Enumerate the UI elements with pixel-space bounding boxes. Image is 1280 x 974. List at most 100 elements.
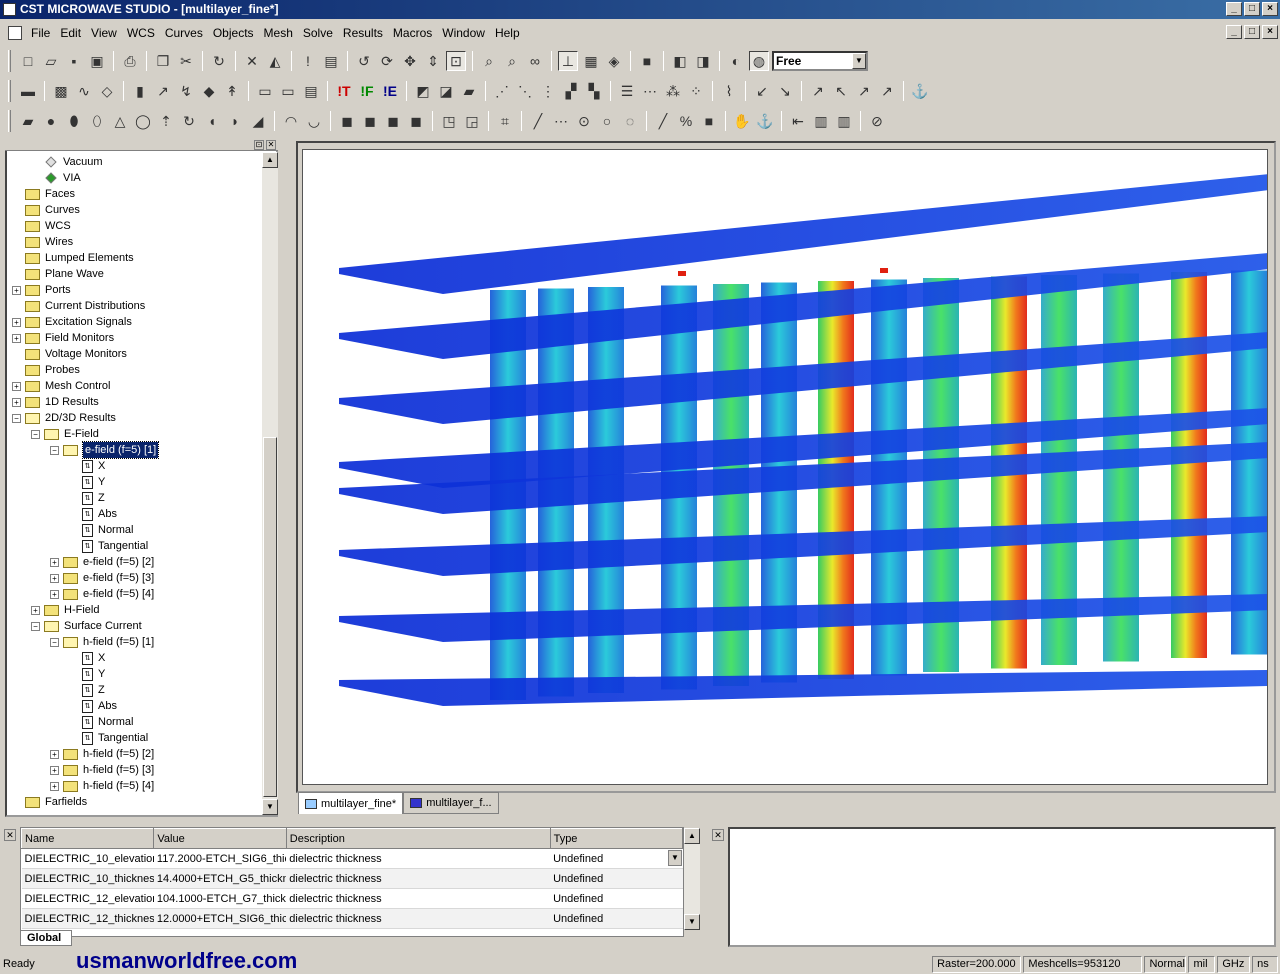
tree-item[interactable]: Plane Wave	[12, 266, 104, 282]
expand-icon[interactable]: +	[31, 605, 40, 615]
zoom-fit-icon[interactable]: ⌕	[502, 51, 522, 71]
wcs-align-icon[interactable]: ▥	[811, 111, 831, 131]
tree-item[interactable]: − e-field (f=5) [1]	[50, 441, 160, 459]
boolean-insert-icon[interactable]: ◼	[406, 111, 426, 131]
tree-item[interactable]: Voltage Monitors	[12, 346, 127, 362]
column-type[interactable]: Type	[549, 828, 684, 849]
menu-mesh[interactable]: Mesh	[259, 26, 298, 40]
node-icon[interactable]: ⋯	[640, 81, 660, 101]
face3-icon[interactable]: ↗	[854, 81, 874, 101]
expand-icon[interactable]: +	[50, 573, 59, 583]
circle-center-icon[interactable]: ⊙	[574, 111, 594, 131]
tree-item[interactable]: − 2D/3D Results	[12, 410, 116, 426]
face-center-icon[interactable]: ◌	[620, 111, 640, 131]
3d-plot-icon[interactable]: ◇	[97, 81, 117, 101]
slice-icon[interactable]: ◡	[304, 111, 324, 131]
tree-item[interactable]: + e-field (f=5) [4]	[50, 586, 154, 602]
brick-shape-icon[interactable]: ▰	[18, 111, 38, 131]
pick-icon[interactable]: ◭	[265, 51, 285, 71]
tab-global[interactable]: Global	[20, 930, 72, 946]
pick-tool-icon[interactable]: ◐	[726, 51, 746, 71]
expand-icon[interactable]: +	[50, 557, 59, 567]
block-icon[interactable]: ◩	[413, 81, 433, 101]
delete-icon[interactable]: ✕	[242, 51, 262, 71]
tree-item[interactable]: − h-field (f=5) [1]	[50, 634, 154, 650]
tree-item[interactable]: Lumped Elements	[12, 250, 134, 266]
menu-view[interactable]: View	[86, 26, 122, 40]
vector-icon[interactable]: ↯	[176, 81, 196, 101]
tree-item[interactable]: ⇅ Z	[69, 490, 105, 506]
tree-item[interactable]: ⇅ Y	[69, 666, 105, 682]
tree-item[interactable]: Probes	[12, 362, 80, 378]
torus-icon[interactable]: ◯	[133, 111, 153, 131]
scale-icon[interactable]: ⋮	[538, 81, 558, 101]
ruler-icon[interactable]: ▬	[18, 81, 38, 101]
square-icon[interactable]: ■	[699, 111, 719, 131]
network-icon[interactable]: ⁂	[663, 81, 683, 101]
output-panel-close-icon[interactable]: ✕	[712, 829, 724, 841]
cylinder-icon[interactable]: ⬮	[64, 111, 84, 131]
hand-icon[interactable]: ✋	[732, 111, 752, 131]
column-value[interactable]: Value	[153, 828, 287, 849]
tree-item[interactable]: ⇅ Normal	[69, 714, 133, 730]
table-row[interactable]: DIELECTRIC_10_elevation 117.2000-ETCH_SIG…	[21, 848, 683, 869]
close-button[interactable]: ×	[1262, 2, 1278, 16]
shell-icon[interactable]: ◠	[281, 111, 301, 131]
menu-solve[interactable]: Solve	[298, 26, 338, 40]
table-row[interactable]: DIELECTRIC_12_thickness 12.0000+ETCH_SIG6…	[21, 908, 683, 929]
tree-item[interactable]: ⇅ Abs	[69, 506, 117, 522]
table-cell[interactable]: DIELECTRIC_12_elevation	[21, 888, 154, 909]
menu-objects[interactable]: Objects	[208, 26, 259, 40]
sphere-icon[interactable]: ●	[41, 111, 61, 131]
save-all-icon[interactable]: ▣	[87, 51, 107, 71]
tree-item[interactable]: ⇅ Tangential	[69, 538, 148, 554]
time-signal-icon[interactable]: !T	[334, 81, 354, 101]
distance-icon[interactable]: ╱	[653, 111, 673, 131]
table-cell[interactable]: Undefined	[550, 908, 683, 929]
monitor-icon[interactable]: ▭	[255, 81, 275, 101]
tree-item[interactable]: + H-Field	[31, 602, 99, 618]
tree-item[interactable]: +1D Results	[12, 394, 99, 410]
view-mode-select[interactable]: Free ▼	[772, 51, 868, 71]
elliptic-cylinder-icon[interactable]: ⬯	[87, 111, 107, 131]
tree-item[interactable]: Current Distributions	[12, 298, 145, 314]
align-shape-icon[interactable]: ◲	[462, 111, 482, 131]
scroll-up-icon[interactable]: ▲	[262, 152, 278, 168]
history-icon[interactable]: ▤	[321, 51, 341, 71]
animate-icon[interactable]: ↟	[222, 81, 242, 101]
percent-icon[interactable]: %	[676, 111, 696, 131]
tree-item[interactable]: ⇅ Z	[69, 682, 105, 698]
menu-file[interactable]: File	[26, 26, 55, 40]
open-folder-icon[interactable]: ▱	[41, 51, 61, 71]
axes-icon[interactable]: ⊥	[558, 51, 578, 71]
collapse-icon[interactable]: −	[50, 445, 59, 455]
expand-icon[interactable]: +	[12, 397, 21, 407]
parameter-list[interactable]: Name Value Description Type DIELECTRIC_1…	[20, 827, 684, 937]
table-row[interactable]: DIELECTRIC_10_thickness 14.4000+ETCH_G5_t…	[21, 868, 683, 889]
bar-icon[interactable]: ▮	[130, 81, 150, 101]
tree-item[interactable]: Curves	[12, 202, 80, 218]
eigenmode-icon[interactable]: !E	[380, 81, 400, 101]
brick-icon[interactable]: ◪	[436, 81, 456, 101]
column-name[interactable]: Name	[20, 828, 155, 849]
tree-item[interactable]: Vacuum	[31, 154, 103, 170]
boolean-add-icon[interactable]: ◼	[337, 111, 357, 131]
table-cell[interactable]: dielectric thickness	[286, 888, 551, 909]
anchor-icon[interactable]: ⚓	[910, 81, 930, 101]
tree-item[interactable]: + h-field (f=5) [4]	[50, 778, 154, 794]
param-scroll-down-icon[interactable]: ▼	[684, 914, 700, 930]
document-icon[interactable]	[8, 26, 22, 40]
tree-item[interactable]: ⇅ Y	[69, 474, 105, 490]
boolean-subtract-icon[interactable]: ◼	[360, 111, 380, 131]
no-entry-icon[interactable]: ⊘	[867, 111, 887, 131]
wcs-move-icon[interactable]: ▥	[834, 111, 854, 131]
mirror-icon[interactable]: ⋱	[515, 81, 535, 101]
wire-icon[interactable]: ⌇	[719, 81, 739, 101]
collapse-icon[interactable]: −	[50, 637, 59, 647]
export-icon[interactable]: ▰	[459, 81, 479, 101]
expand-icon[interactable]: +	[12, 285, 21, 295]
table-cell[interactable]: 12.0000+ETCH_SIG6_thickness	[153, 908, 287, 929]
menu-wcs[interactable]: WCS	[122, 26, 160, 40]
face-icon[interactable]: ↗	[808, 81, 828, 101]
align-icon[interactable]: ⋰	[492, 81, 512, 101]
